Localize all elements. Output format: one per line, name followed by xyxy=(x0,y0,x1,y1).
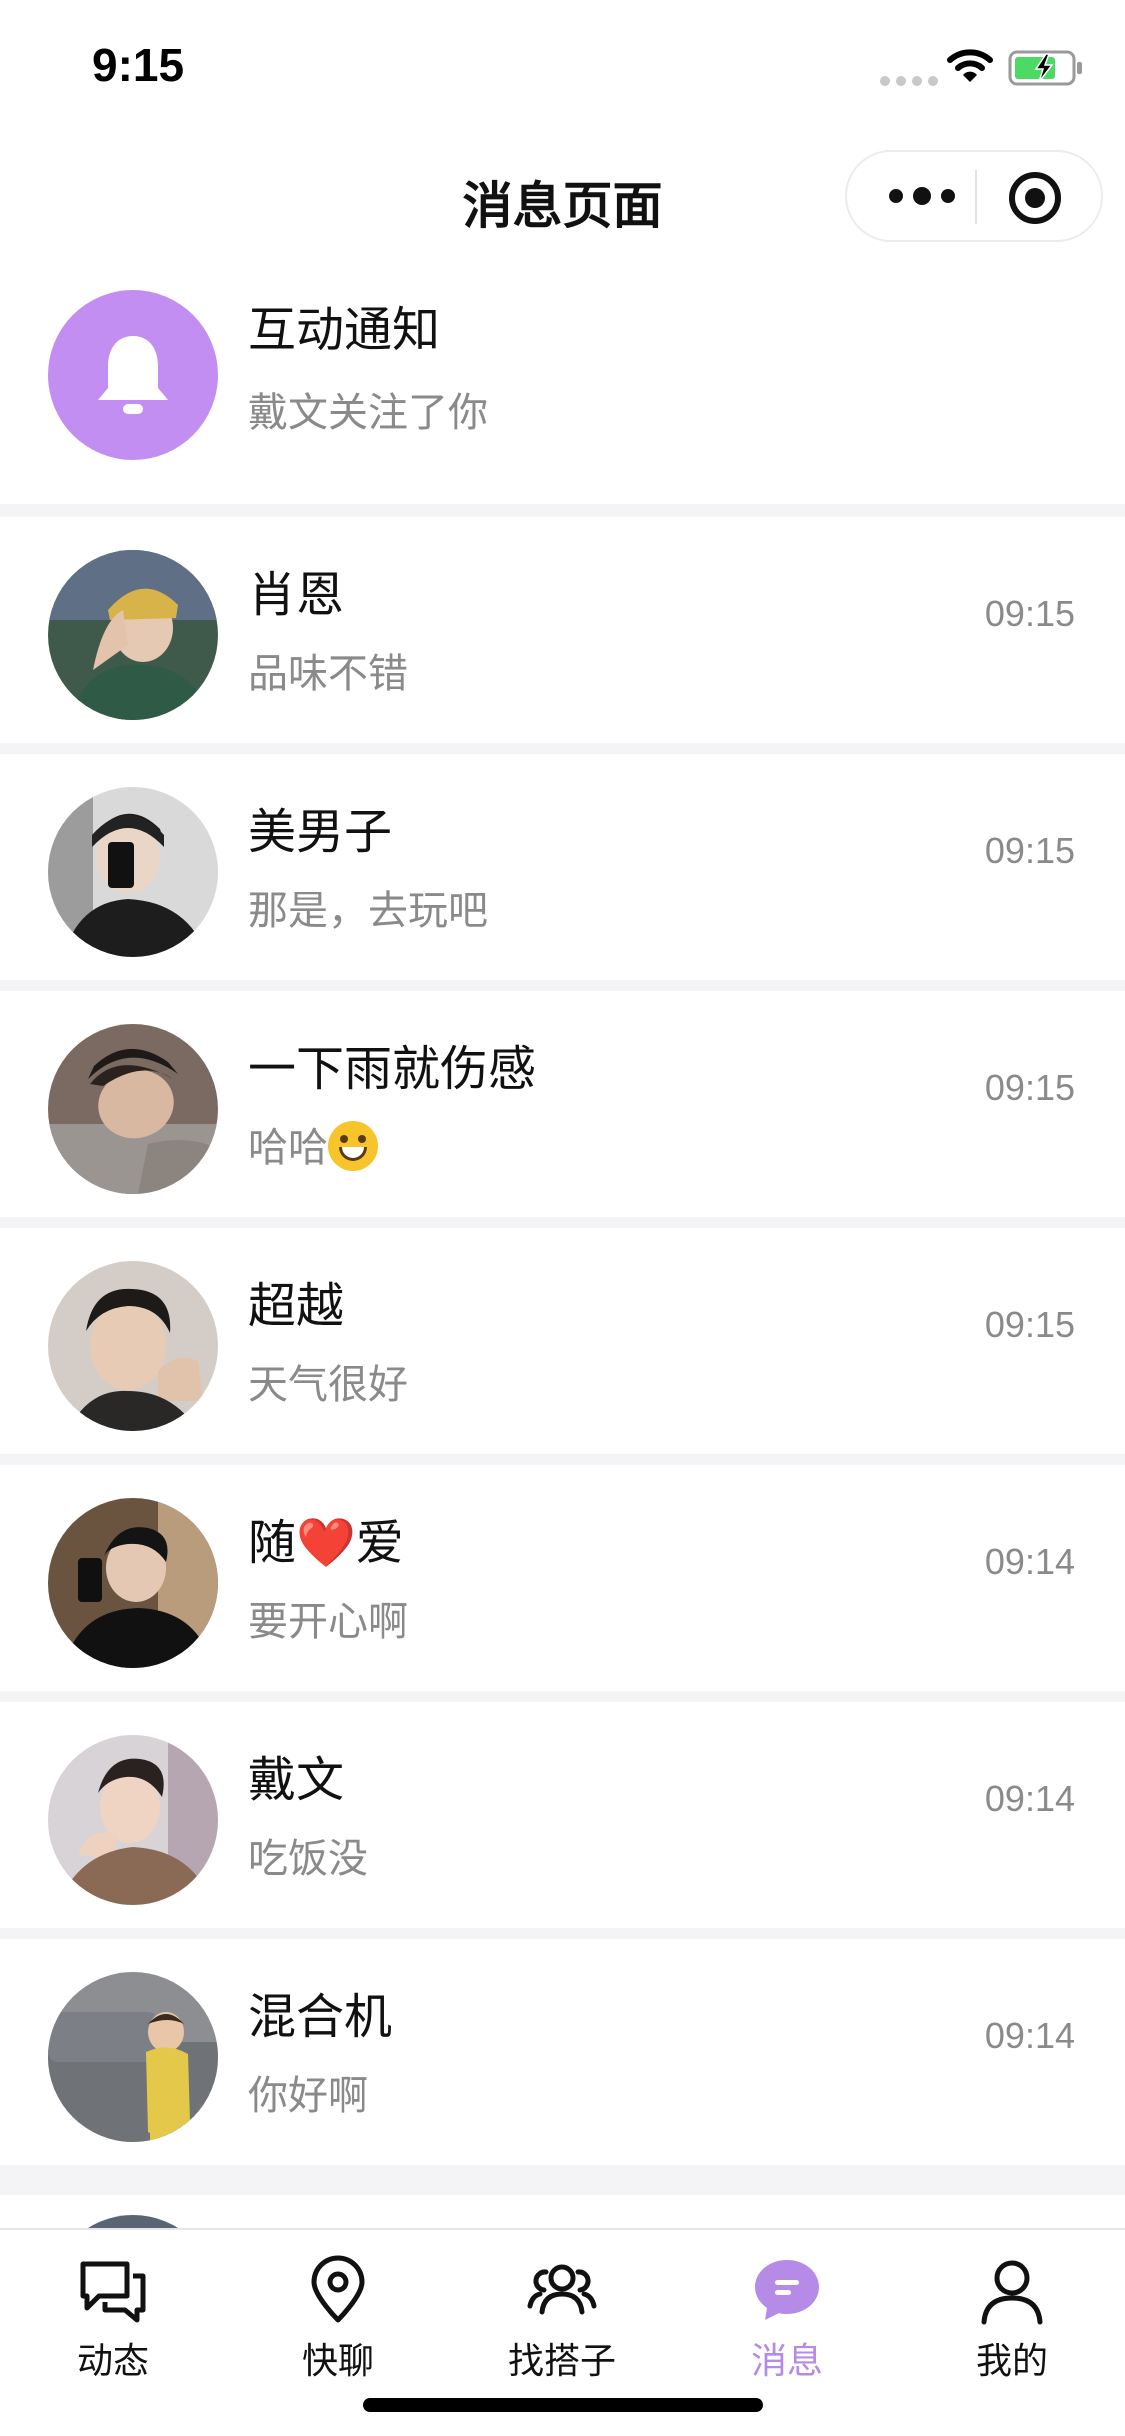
battery-icon xyxy=(1008,50,1082,86)
chat-time: 09:14 xyxy=(984,1778,1075,1819)
chat-preview: 哈哈 xyxy=(248,1115,378,1173)
chat-list-item[interactable]: 超越 天气很好 09:15 xyxy=(0,1228,1125,1454)
heart-icon: ❤️ xyxy=(296,1515,356,1571)
avatar xyxy=(48,2215,218,2229)
chat-name: 肖恩 xyxy=(248,567,345,623)
chat-bubbles-icon xyxy=(80,2261,146,2323)
chat-name: 混合机 xyxy=(248,1989,393,2045)
chat-list-item[interactable]: 混合机 你好啊 09:14 xyxy=(0,1939,1125,2165)
message-icon xyxy=(755,2260,819,2320)
chat-time: 09:14 xyxy=(984,1541,1075,1582)
chat-time: 09:15 xyxy=(984,1304,1075,1345)
tab-label: 快聊 xyxy=(301,2341,374,2382)
chat-preview: 品味不错 xyxy=(248,651,408,697)
avatar xyxy=(48,787,218,957)
avatar xyxy=(48,1972,218,2142)
chat-name: 一下雨就伤感 xyxy=(248,1041,537,1097)
notification-avatar xyxy=(48,290,218,460)
miniprogram-capsule xyxy=(845,150,1103,242)
chat-name: 美男子 xyxy=(248,804,393,860)
chat-list-item-partial[interactable] xyxy=(0,2195,1125,2229)
chat-preview: 吃饭没 xyxy=(248,1836,368,1882)
tab-quick-chat[interactable]: 快聊 xyxy=(248,2254,428,2384)
tab-dynamics[interactable]: 动态 xyxy=(23,2254,203,2384)
chat-name: 超越 xyxy=(248,1278,345,1334)
status-bar: 9:15 xyxy=(0,0,1125,136)
interaction-notification[interactable]: 互动通知 戴文关注了你 xyxy=(0,262,1125,504)
chat-preview: 你好啊 xyxy=(248,2073,368,2119)
avatar xyxy=(48,1498,218,1668)
tab-label: 找搭子 xyxy=(507,2341,616,2382)
person-icon xyxy=(981,2260,1043,2325)
chat-name: 随❤️爱 xyxy=(248,1515,404,1571)
navigation-bar: 消息页面 xyxy=(0,136,1125,262)
close-target-icon[interactable] xyxy=(1007,170,1063,226)
chat-time: 09:15 xyxy=(984,1067,1075,1108)
grinning-emoji-icon xyxy=(328,1121,378,1171)
notification-message: 戴文关注了你 xyxy=(248,390,488,436)
location-pin-icon xyxy=(311,2255,365,2323)
chat-list-item[interactable]: 美男子 那是，去玩吧 09:15 xyxy=(0,754,1125,980)
chat-time: 09:14 xyxy=(984,2015,1075,2056)
chat-name: 戴文 xyxy=(248,1752,345,1808)
tab-messages[interactable]: 消息 xyxy=(697,2254,877,2384)
chat-time: 09:15 xyxy=(984,830,1075,871)
avatar xyxy=(48,1261,218,1431)
tab-label: 消息 xyxy=(750,2341,823,2382)
chat-preview: 那是，去玩吧 xyxy=(248,888,488,934)
avatar xyxy=(48,1024,218,1194)
avatar xyxy=(48,550,218,720)
tab-profile[interactable]: 我的 xyxy=(922,2254,1102,2384)
chat-list-item[interactable]: 戴文 吃饭没 09:14 xyxy=(0,1702,1125,1928)
home-indicator xyxy=(363,2398,763,2412)
chat-list-item[interactable]: 一下雨就伤感 哈哈 09:15 xyxy=(0,991,1125,1217)
chat-list-item[interactable]: 随❤️爱 要开心啊 09:14 xyxy=(0,1465,1125,1691)
messages-screen: 9:15 消息页面 互动通知 戴文关注了你 肖恩 品味不错 09:15 美男子 … xyxy=(0,0,1125,2436)
status-time: 9:15 xyxy=(92,39,185,91)
chat-preview: 天气很好 xyxy=(248,1362,408,1408)
tab-find-partner[interactable]: 找搭子 xyxy=(472,2254,652,2384)
tab-label: 动态 xyxy=(76,2341,149,2382)
notification-title: 互动通知 xyxy=(248,302,441,358)
people-icon xyxy=(527,2264,597,2315)
signal-icon xyxy=(880,76,938,86)
chat-preview: 要开心啊 xyxy=(248,1599,408,1645)
bell-icon xyxy=(98,336,168,414)
chat-list-item[interactable]: 肖恩 品味不错 09:15 xyxy=(0,517,1125,743)
chat-time: 09:15 xyxy=(984,593,1075,634)
wifi-icon xyxy=(947,49,993,82)
avatar xyxy=(48,1735,218,1905)
capsule-divider xyxy=(975,170,977,224)
tab-label: 我的 xyxy=(975,2341,1048,2382)
more-icon[interactable] xyxy=(877,152,967,240)
